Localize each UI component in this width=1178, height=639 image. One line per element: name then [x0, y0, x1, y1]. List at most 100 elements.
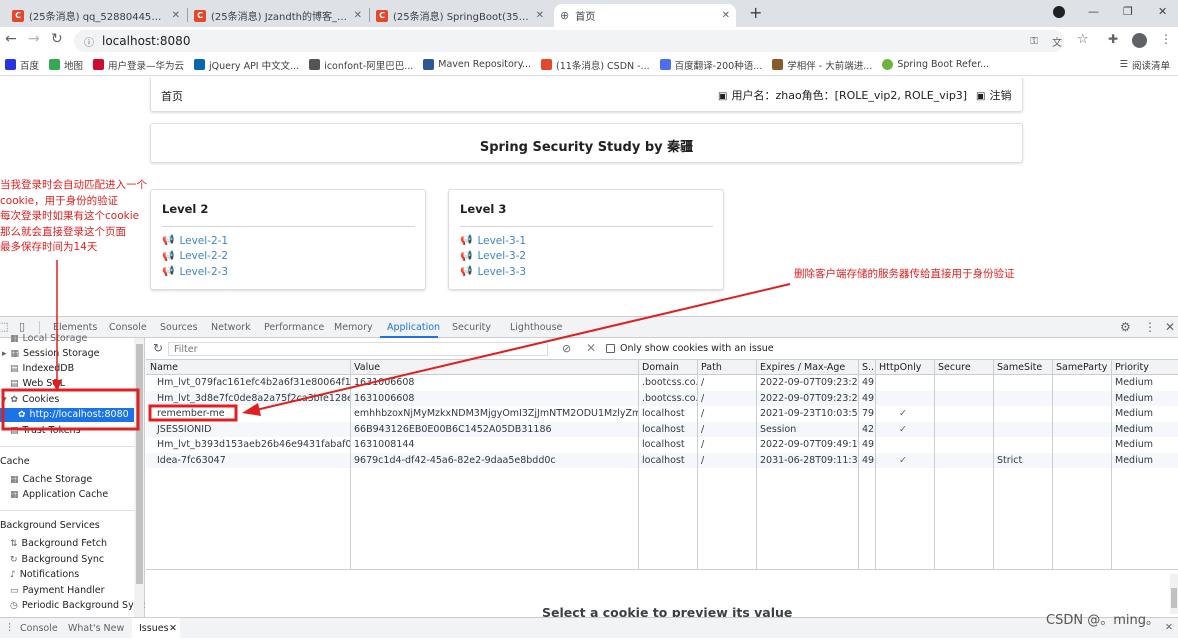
column-header[interactable]: Expires / Max-Age [756, 360, 858, 375]
table-cell[interactable] [1052, 453, 1111, 469]
column-header[interactable]: Path [697, 360, 756, 375]
table-cell[interactable]: localhost [638, 406, 697, 422]
tab-security[interactable]: Security [452, 322, 491, 333]
table-cell[interactable]: .bootcss.co... [638, 391, 697, 407]
tab-lighthouse[interactable]: Lighthouse [510, 322, 562, 333]
tab-network[interactable]: Network [211, 322, 251, 333]
table-cell[interactable]: Medium [1111, 391, 1178, 407]
column-header[interactable]: Name [146, 360, 350, 375]
table-cell[interactable]: 49 [858, 437, 875, 453]
column-divider[interactable] [1111, 360, 1112, 569]
sidebar-item-background-fetch[interactable]: ⇅ Background Fetch [10, 538, 107, 549]
sidebar-item-payment-handler[interactable]: ▭ Payment Handler [10, 585, 105, 596]
table-cell[interactable] [875, 391, 934, 407]
tab-close-icon[interactable]: ✕ [172, 10, 180, 21]
drawer-tab-close-icon[interactable]: ✕ [169, 623, 177, 634]
table-cell[interactable] [934, 422, 993, 438]
drawer-menu-icon[interactable]: ⋮ [5, 622, 15, 633]
table-cell[interactable]: 42 [858, 422, 875, 438]
table-cell[interactable] [934, 391, 993, 407]
nav-home-link[interactable]: 首页 [161, 88, 183, 104]
column-divider[interactable] [875, 360, 876, 569]
table-cell[interactable]: / [697, 406, 756, 422]
column-divider[interactable] [858, 360, 859, 569]
table-cell[interactable] [993, 422, 1052, 438]
table-cell[interactable]: Medium [1111, 453, 1178, 469]
maximize-button[interactable]: ❐ [1123, 5, 1133, 18]
sidebar-item-background-sync[interactable]: ↻ Background Sync [10, 554, 104, 565]
table-cell[interactable]: Medium [1111, 375, 1178, 391]
forward-arrow-icon[interactable]: → [28, 31, 40, 47]
table-cell[interactable]: localhost [638, 453, 697, 469]
table-cell[interactable]: Medium [1111, 422, 1178, 438]
column-header[interactable]: SameSite [993, 360, 1052, 375]
table-cell[interactable]: / [697, 422, 756, 438]
table-cell[interactable]: 49 [858, 391, 875, 407]
table-cell[interactable]: / [697, 437, 756, 453]
table-cell[interactable] [875, 375, 934, 391]
table-cell[interactable] [875, 437, 934, 453]
bookmark-item[interactable]: iconfont-阿里巴巴... [309, 58, 413, 72]
bookmark-item[interactable]: (11条消息) CSDN -... [541, 58, 650, 72]
level-link[interactable]: 📢 Level-3-2 [460, 249, 526, 265]
column-header[interactable]: S... [858, 360, 875, 375]
sidebar-item-notifications[interactable]: ♪ Notifications [10, 569, 79, 580]
column-header[interactable]: Value [350, 360, 638, 375]
close-window-button[interactable]: ✕ [1158, 5, 1167, 18]
column-header[interactable]: HttpOnly [875, 360, 934, 375]
table-cell[interactable]: 66B943126EB0E00B6C1452A05DB31186 [350, 422, 638, 438]
clear-filtered-icon[interactable]: ⊘ [562, 342, 571, 355]
table-cell[interactable]: 79 [858, 406, 875, 422]
level-link[interactable]: 📢 Level-2-3 [162, 264, 228, 280]
table-cell[interactable]: ✓ [875, 422, 934, 438]
level-link[interactable]: 📢 Level-2-2 [162, 249, 228, 265]
bookmark-item[interactable]: 百度 [5, 58, 39, 72]
column-header[interactable]: Secure [934, 360, 993, 375]
drawer-tab-issues[interactable]: Issues [139, 623, 169, 634]
close-devtools-icon[interactable]: ✕ [1165, 320, 1175, 334]
table-cell[interactable]: 1631006608 [350, 375, 638, 391]
reload-icon[interactable]: ↻ [51, 31, 63, 47]
tab-performance[interactable]: Performance [264, 322, 324, 333]
avatar[interactable] [1132, 33, 1147, 48]
table-cell[interactable]: / [697, 391, 756, 407]
table-cell[interactable] [934, 375, 993, 391]
settings-gear-icon[interactable]: ⚙ [1120, 320, 1131, 334]
level-link[interactable]: 📢 Level-3-3 [460, 264, 526, 280]
bookmark-item[interactable]: Maven Repository... [423, 59, 531, 70]
column-divider[interactable] [934, 360, 935, 569]
table-cell[interactable] [993, 437, 1052, 453]
column-header[interactable]: SameParty [1052, 360, 1111, 375]
sidebar-item-periodic-sync[interactable]: ◷ Periodic Background Sync [10, 600, 145, 611]
table-cell[interactable]: ✓ [875, 406, 934, 422]
column-header[interactable]: Domain [638, 360, 697, 375]
table-cell[interactable]: .bootcss.co... [638, 375, 697, 391]
table-cell[interactable]: localhost [638, 422, 697, 438]
sidebar-item-session-storage[interactable]: ▸ ▦ Session Storage [2, 348, 99, 359]
key-icon[interactable]: ⚿ [1030, 36, 1038, 47]
table-cell[interactable]: / [697, 453, 756, 469]
star-icon[interactable]: ☆ [1077, 32, 1089, 47]
table-cell[interactable]: Medium [1111, 406, 1178, 422]
browser-tab-active[interactable]: ⊕ 首页 ✕ [554, 4, 736, 27]
sidebar-item-websql[interactable]: ▤ Web SQL [10, 378, 65, 389]
browser-tab[interactable]: C (25条消息) SpringBoot(35) —— ✕ [370, 4, 550, 27]
table-cell[interactable]: Hm_lvt_3d8e7fc0de8a2a75f2ca3bfe128e6391 [146, 391, 350, 407]
new-tab-button[interactable]: + [749, 3, 762, 22]
column-divider[interactable] [350, 360, 351, 569]
table-cell[interactable] [1052, 391, 1111, 407]
level-link[interactable]: 📢 Level-3-1 [460, 233, 526, 249]
table-cell[interactable]: Strict [993, 453, 1052, 469]
back-arrow-icon[interactable]: ← [5, 31, 17, 47]
browser-tab[interactable]: C (25条消息) Jzandth的博客_thhh ✕ [188, 4, 368, 27]
sidebar-item-cache-storage[interactable]: ▦ Cache Storage [10, 474, 92, 485]
column-divider[interactable] [756, 360, 757, 569]
extensions-icon[interactable]: ✚ [1108, 32, 1118, 46]
refresh-icon[interactable]: ↻ [153, 341, 163, 355]
browser-tab[interactable]: C (25条消息) qq_52880445的博客 ✕ [6, 4, 186, 27]
translate-icon[interactable]: 文 [1052, 34, 1062, 49]
drawer-tab-whats-new[interactable]: What's New [68, 623, 124, 634]
table-cell[interactable]: JSESSIONID [146, 422, 350, 438]
table-cell[interactable]: 2021-09-23T10:03:5... [756, 406, 858, 422]
table-cell[interactable]: 1631006608 [350, 391, 638, 407]
